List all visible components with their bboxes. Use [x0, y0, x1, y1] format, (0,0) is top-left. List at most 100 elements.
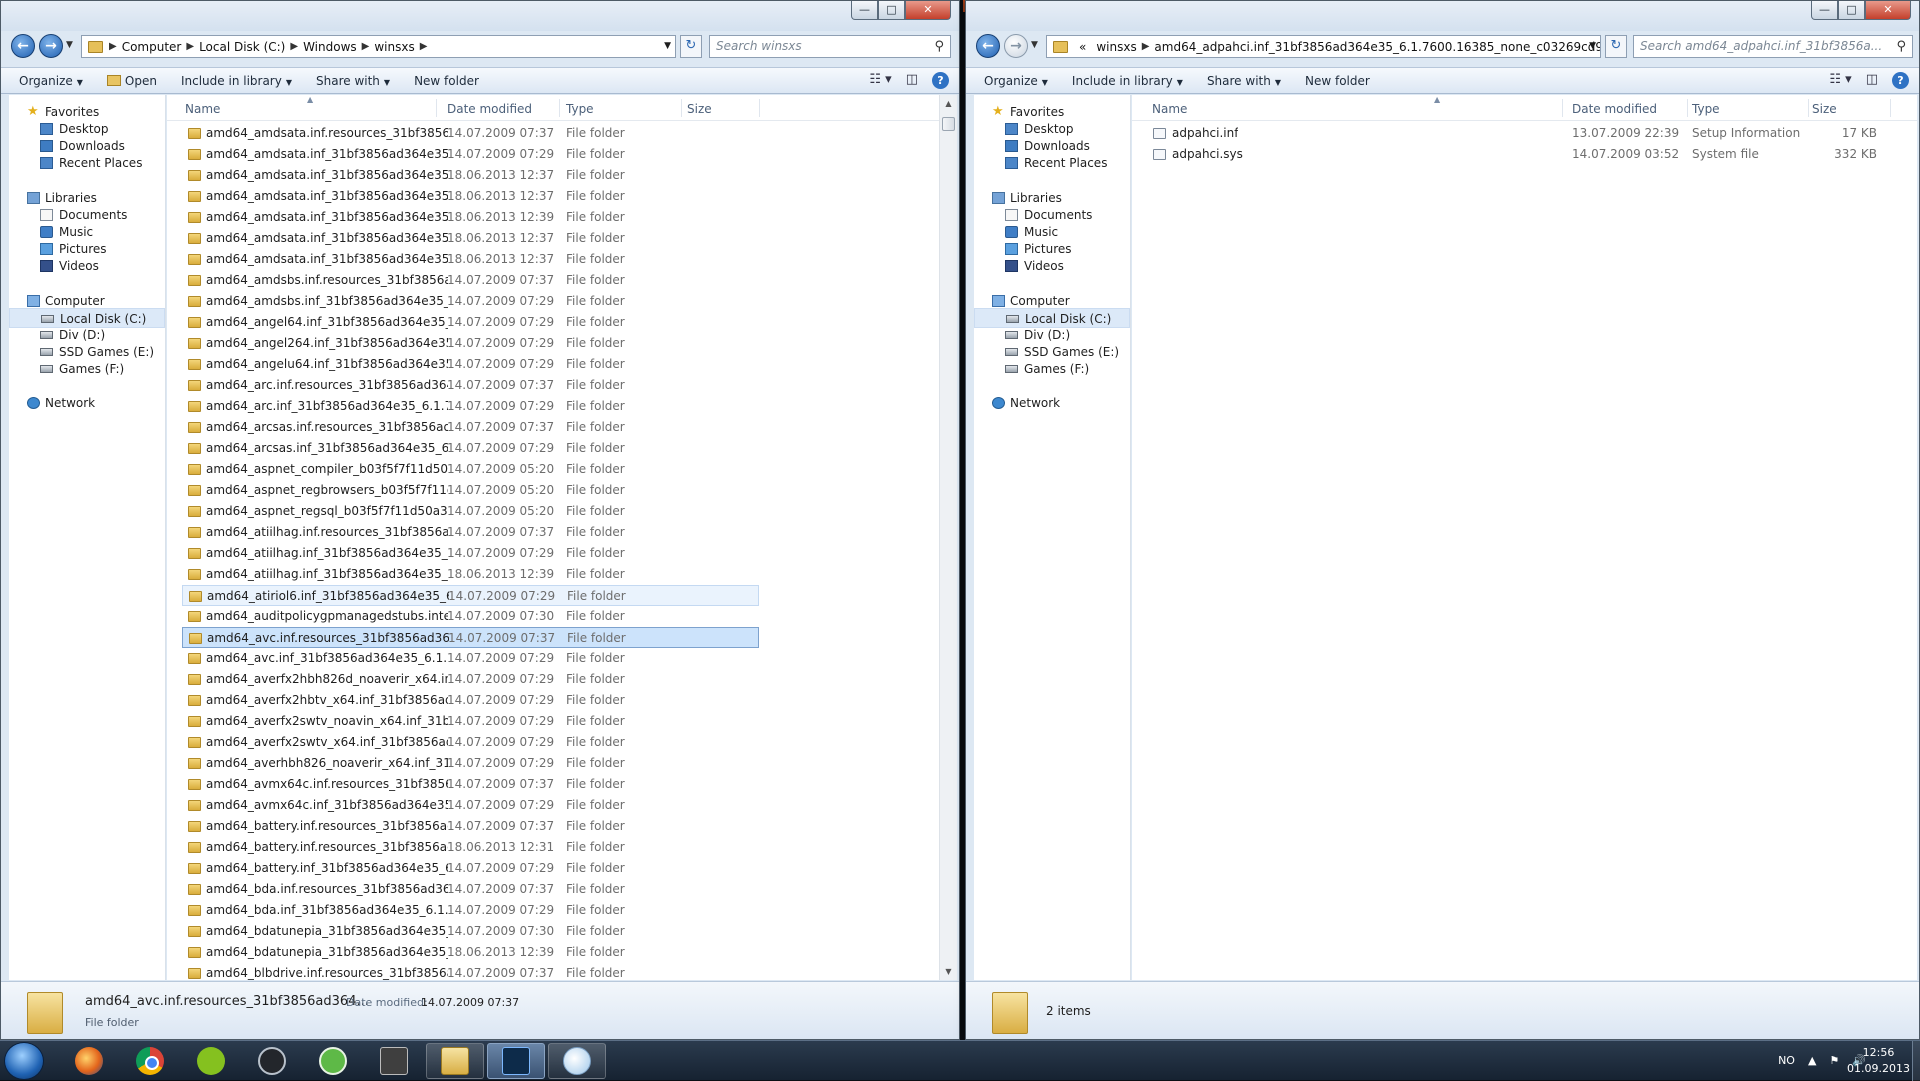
taskbar-explorer[interactable] — [426, 1043, 484, 1079]
new-folder-button[interactable]: New folder — [402, 74, 491, 88]
close-button[interactable]: ✕ — [1865, 1, 1911, 20]
search-input[interactable]: Search amd64_adpahci.inf_31bf3856a... ⚲ — [1633, 35, 1913, 58]
maximize-button[interactable]: □ — [878, 1, 905, 20]
table-row[interactable]: amd64_avc.inf.resources_31bf3856ad364...… — [182, 627, 759, 648]
table-row[interactable]: adpahci.sys 14.07.2009 03:52 System file 33… — [1147, 144, 1892, 165]
title-bar[interactable]: — □ ✕ — [966, 1, 1919, 31]
table-row[interactable]: amd64_averfx2hbtv_x64.inf_31bf3856ad3...… — [182, 690, 759, 711]
table-row[interactable]: adpahci.inf 13.07.2009 22:39 Setup Informa… — [1147, 123, 1892, 144]
language-indicator[interactable]: NO — [1778, 1054, 1795, 1067]
forward-button[interactable]: → — [1004, 34, 1028, 58]
scroll-thumb[interactable] — [942, 117, 955, 131]
address-history-dropdown-icon[interactable]: ▼ — [1589, 41, 1596, 51]
nav-item-games-f[interactable]: Games (F:) — [9, 359, 165, 379]
scroll-down-icon[interactable]: ▼ — [940, 963, 957, 980]
taskbar-utorrent[interactable] — [304, 1043, 362, 1079]
back-button[interactable]: ← — [976, 34, 1000, 58]
organize-button[interactable]: Organize ▼ — [7, 74, 95, 88]
table-row[interactable]: amd64_averfx2hbh826d_noaverir_x64.inf_..… — [182, 669, 759, 690]
table-row[interactable]: amd64_aspnet_regsql_b03f5f7f11d50a3a_...… — [182, 501, 759, 522]
taskbar-photoshop[interactable] — [487, 1043, 545, 1079]
table-row[interactable]: amd64_battery.inf_31bf3856ad364e35_6.1..… — [182, 858, 759, 879]
preview-pane-icon[interactable]: ◫ — [1866, 72, 1878, 89]
table-row[interactable]: amd64_avmx64c.inf_31bf3856ad364e35_6...1… — [182, 795, 759, 816]
breadcrumb-windows[interactable]: Windows — [298, 40, 362, 54]
vertical-scrollbar[interactable]: ▲ ▼ — [939, 95, 957, 980]
recent-pages-dropdown-icon[interactable]: ▼ — [66, 40, 73, 50]
nav-item-network[interactable]: Network — [9, 393, 165, 413]
table-row[interactable]: amd64_averhbh826_noaverir_x64.inf_31bf..… — [182, 753, 759, 774]
column-type[interactable]: Type — [566, 102, 594, 116]
table-row[interactable]: amd64_atiilhag.inf_31bf3856ad364e35_6...… — [182, 543, 759, 564]
forward-button[interactable]: → — [39, 34, 63, 58]
show-hidden-icons-icon[interactable]: ▲ — [1808, 1054, 1816, 1067]
table-row[interactable]: amd64_aspnet_regbrowsers_b03f5f7f11d... 1… — [182, 480, 759, 501]
address-bar[interactable]: « winsxs ▶ amd64_adpahci.inf_31bf3856ad3… — [1046, 35, 1601, 58]
include-in-library-button[interactable]: Include in library ▼ — [169, 74, 304, 88]
breadcrumb-arrow-icon[interactable]: ▶ — [1142, 41, 1150, 52]
table-row[interactable]: amd64_bdatunepia_31bf3856ad364e35_6....1… — [182, 942, 759, 963]
clock[interactable]: 12:56 01.09.2013 — [1847, 1045, 1910, 1077]
breadcrumb-winsxs[interactable]: winsxs — [1091, 40, 1141, 54]
table-row[interactable]: amd64_amdsata.inf_31bf3856ad364e35_6... 1… — [182, 228, 759, 249]
nav-item-network[interactable]: Network — [974, 393, 1130, 413]
refresh-button[interactable]: ↻ — [680, 35, 702, 58]
table-row[interactable]: amd64_angel264.inf_31bf3856ad364e35_6...… — [182, 333, 759, 354]
taskbar-paint[interactable] — [548, 1043, 606, 1079]
table-row[interactable]: amd64_avmx64c.inf.resources_31bf3856a...… — [182, 774, 759, 795]
show-desktop-button[interactable] — [1912, 1041, 1920, 1081]
include-in-library-button[interactable]: Include in library ▼ — [1060, 74, 1195, 88]
table-row[interactable]: amd64_bda.inf_31bf3856ad364e35_6.1.76...… — [182, 900, 759, 921]
table-row[interactable]: amd64_amdsbs.inf.resources_31bf3856ad...… — [182, 270, 759, 291]
close-button[interactable]: ✕ — [905, 1, 951, 20]
table-row[interactable]: amd64_amdsata.inf_31bf3856ad364e35_6... 1… — [182, 165, 759, 186]
action-center-flag-icon[interactable]: ⚑ — [1829, 1054, 1839, 1067]
refresh-button[interactable]: ↻ — [1605, 35, 1627, 58]
breadcrumb-arrow-icon[interactable]: ▶ — [420, 41, 428, 52]
breadcrumb-current-folder[interactable]: amd64_adpahci.inf_31bf3856ad364e35_6.1.7… — [1149, 40, 1600, 54]
column-name[interactable]: Name — [185, 102, 220, 116]
back-button[interactable]: ← — [11, 34, 35, 58]
table-row[interactable]: amd64_blbdrive.inf.resources_31bf3856a..… — [182, 963, 759, 980]
breadcrumb-overflow[interactable]: « — [1074, 40, 1091, 54]
table-row[interactable]: amd64_battery.inf.resources_31bf3856ad..… — [182, 837, 759, 858]
help-icon[interactable]: ? — [1892, 72, 1909, 89]
table-row[interactable]: amd64_aspnet_compiler_b03f5f7f11d50a... 1… — [182, 459, 759, 480]
table-row[interactable]: amd64_amdsata.inf_31bf3856ad364e35_6... 1… — [182, 207, 759, 228]
open-button[interactable]: Open — [95, 74, 169, 88]
table-row[interactable]: amd64_auditpolicygpmanagedstubs.inte... 1… — [182, 606, 759, 627]
table-row[interactable]: amd64_arcsas.inf.resources_31bf3856ad3..… — [182, 417, 759, 438]
recent-pages-dropdown-icon[interactable]: ▼ — [1031, 40, 1038, 50]
table-row[interactable]: amd64_amdsata.inf_31bf3856ad364e35_6... 1… — [182, 249, 759, 270]
table-row[interactable]: amd64_arc.inf.resources_31bf3856ad364e..… — [182, 375, 759, 396]
title-bar[interactable]: — □ ✕ — [1, 1, 959, 31]
organize-button[interactable]: Organize ▼ — [972, 74, 1060, 88]
help-icon[interactable]: ? — [932, 72, 949, 89]
breadcrumb-arrow-icon[interactable]: ▶ — [109, 41, 117, 52]
nav-item-recent-places[interactable]: Recent Places — [9, 153, 165, 173]
column-size[interactable]: Size — [687, 102, 712, 116]
share-with-button[interactable]: Share with ▼ — [1195, 74, 1293, 88]
start-button[interactable] — [4, 1042, 44, 1080]
table-row[interactable]: amd64_arcsas.inf_31bf3856ad364e35_6.1...… — [182, 438, 759, 459]
table-row[interactable]: amd64_bdatunepia_31bf3856ad364e35_6....1… — [182, 921, 759, 942]
table-row[interactable]: amd64_averfx2swtv_noavin_x64.inf_31bf3..… — [182, 711, 759, 732]
breadcrumb-arrow-icon[interactable]: ▶ — [362, 41, 370, 52]
address-history-dropdown-icon[interactable]: ▼ — [664, 41, 671, 51]
column-type[interactable]: Type — [1692, 102, 1720, 116]
search-icon[interactable]: ⚲ — [1896, 39, 1906, 54]
table-row[interactable]: amd64_amdsata.inf.resources_31bf3856a...… — [182, 123, 759, 144]
table-row[interactable]: amd64_averfx2swtv_x64.inf_31bf3856ad3...… — [182, 732, 759, 753]
column-date-modified[interactable]: Date modified — [447, 102, 532, 116]
scroll-up-icon[interactable]: ▲ — [940, 95, 957, 112]
table-row[interactable]: amd64_amdsata.inf_31bf3856ad364e35_6... 1… — [182, 186, 759, 207]
taskbar-firefox[interactable] — [60, 1043, 118, 1079]
taskbar-chrome[interactable] — [121, 1043, 179, 1079]
breadcrumb-computer[interactable]: Computer — [117, 40, 187, 54]
nav-item-games-f[interactable]: Games (F:) — [974, 359, 1130, 379]
table-row[interactable]: amd64_bda.inf.resources_31bf3856ad364...… — [182, 879, 759, 900]
new-folder-button[interactable]: New folder — [1293, 74, 1382, 88]
share-with-button[interactable]: Share with ▼ — [304, 74, 402, 88]
breadcrumb-arrow-icon[interactable]: ▶ — [290, 41, 298, 52]
table-row[interactable]: amd64_angelu64.inf_31bf3856ad364e35_... 1… — [182, 354, 759, 375]
